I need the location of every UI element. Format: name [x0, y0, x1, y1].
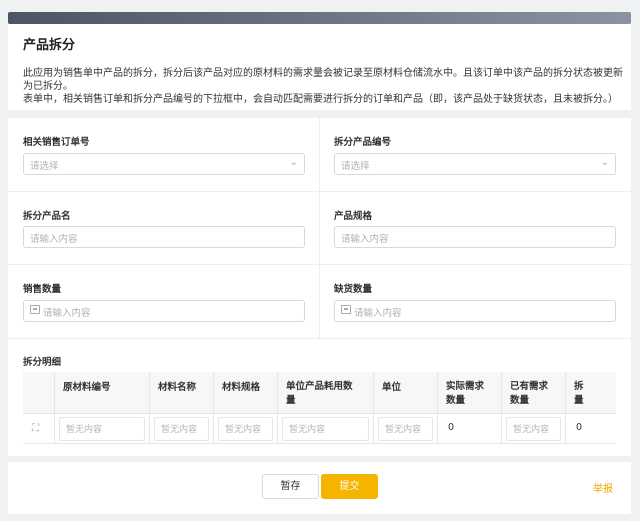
- product-spec-placeholder: 请输入内容: [341, 234, 389, 245]
- table-header-cell: 已有需求 数量: [502, 372, 566, 414]
- header-text: 数量: [446, 395, 466, 406]
- header-text: 单位产品耗用数: [286, 381, 353, 392]
- drag-handle-icon: ⛶: [32, 423, 39, 434]
- sales-order-label: 相关销售订单号: [23, 137, 90, 148]
- table-header-cell: 材料名称: [150, 372, 214, 414]
- chevron-down-icon: ⌄: [600, 157, 609, 168]
- report-link[interactable]: 举报: [593, 480, 613, 495]
- form-footer: 暂存 提交 举报: [8, 462, 631, 514]
- table-header-cell: 实际需求 数量: [438, 372, 502, 414]
- table-header-cell: 拆量: [566, 372, 616, 414]
- chevron-down-icon: ⌄: [289, 157, 298, 168]
- sales-qty-label: 销售数量: [23, 284, 62, 295]
- table-cell[interactable]: 暂无内容: [502, 414, 566, 444]
- table-cell[interactable]: 暂无内容: [278, 414, 374, 444]
- product-spec-input[interactable]: 请输入内容: [334, 226, 616, 248]
- sales-qty-input[interactable]: 请输入内容: [23, 300, 305, 322]
- split-product-no-label: 拆分产品编号: [334, 137, 392, 148]
- shortage-qty-label: 缺货数量: [334, 284, 373, 295]
- table-header-cell: 单位产品耗用数量: [278, 372, 374, 414]
- split-product-name-input[interactable]: 请输入内容: [23, 226, 305, 248]
- number-icon: [30, 305, 40, 314]
- header-text: 量: [286, 395, 296, 406]
- row-drag-handle[interactable]: ⛶: [23, 414, 55, 444]
- split-detail-table: 原材料编号 材料名称 材料规格 单位产品耗用数量 单位 实际需求 数量 已有需求数…: [23, 372, 616, 444]
- form-header: 产品拆分 此应用为销售单中产品的拆分，拆分后该产品对应的原材料的需求量会被记录至…: [8, 24, 631, 110]
- header-text: 量: [574, 395, 584, 406]
- description-line: 表单中，相关销售订单和拆分产品编号的下拉框中，会自动匹配需要进行拆分的订单和产品…: [23, 94, 618, 105]
- row-divider: [8, 338, 631, 339]
- table-header-cell: 原材料编号: [55, 372, 150, 414]
- page-title: 产品拆分: [23, 38, 76, 53]
- form-body: 相关销售订单号 请选择 ⌄ 拆分产品编号 请选择 ⌄ 拆分产品名 请输入内容 产…: [8, 118, 631, 456]
- split-product-name-placeholder: 请输入内容: [30, 234, 78, 245]
- header-text: 单位: [382, 382, 402, 393]
- sales-order-select[interactable]: 请选择 ⌄: [23, 153, 305, 175]
- table-cell[interactable]: 暂无内容: [374, 414, 438, 444]
- table-cell: 0: [566, 414, 616, 444]
- row-divider: [8, 191, 631, 192]
- header-text: 数量: [510, 395, 530, 406]
- row-divider: [8, 264, 631, 265]
- column-divider: [319, 118, 320, 338]
- form-description: 此应用为销售单中产品的拆分，拆分后该产品对应的原材料的需求量会被记录至原材料仓储…: [23, 67, 623, 106]
- header-text: 实际需求: [446, 381, 485, 392]
- header-text: 已有需求: [510, 381, 549, 392]
- split-detail-label: 拆分明细: [23, 357, 62, 368]
- split-product-no-placeholder: 请选择: [341, 161, 370, 172]
- table-cell: 0: [438, 414, 502, 444]
- cell-value: 0: [448, 422, 455, 433]
- cell-placeholder: 暂无内容: [66, 425, 103, 435]
- cell-placeholder: 暂无内容: [289, 425, 326, 435]
- split-product-no-select[interactable]: 请选择 ⌄: [334, 153, 616, 175]
- split-product-name-label: 拆分产品名: [23, 211, 71, 222]
- submit-button[interactable]: 提交: [321, 474, 378, 499]
- sales-order-placeholder: 请选择: [30, 161, 59, 172]
- cell-placeholder: 暂无内容: [225, 425, 262, 435]
- cell-placeholder: 暂无内容: [513, 425, 550, 435]
- description-line: 为已拆分。: [23, 81, 73, 92]
- description-line: 此应用为销售单中产品的拆分，拆分后该产品对应的原材料的需求量会被记录至原材料仓储…: [23, 68, 623, 79]
- cell-placeholder: 暂无内容: [161, 425, 198, 435]
- table-cell[interactable]: 暂无内容: [150, 414, 214, 444]
- cell-value: 0: [576, 422, 583, 433]
- number-icon: [341, 305, 351, 314]
- header-text: 材料规格: [222, 382, 261, 393]
- product-spec-label: 产品规格: [334, 211, 373, 222]
- header-text: 原材料编号: [63, 382, 111, 393]
- table-header-cell: 单位: [374, 372, 438, 414]
- table-cell[interactable]: 暂无内容: [214, 414, 278, 444]
- header-text: 材料名称: [158, 382, 197, 393]
- save-draft-button[interactable]: 暂存: [262, 474, 319, 499]
- table-header-cell: 材料规格: [214, 372, 278, 414]
- table-header-handle: [23, 372, 55, 414]
- cell-placeholder: 暂无内容: [385, 425, 422, 435]
- top-accent-bar: [8, 12, 631, 24]
- table-cell[interactable]: 暂无内容: [55, 414, 150, 444]
- shortage-qty-placeholder: 请输入内容: [354, 308, 402, 319]
- header-text: 拆: [574, 381, 584, 392]
- sales-qty-placeholder: 请输入内容: [43, 308, 91, 319]
- shortage-qty-input[interactable]: 请输入内容: [334, 300, 616, 322]
